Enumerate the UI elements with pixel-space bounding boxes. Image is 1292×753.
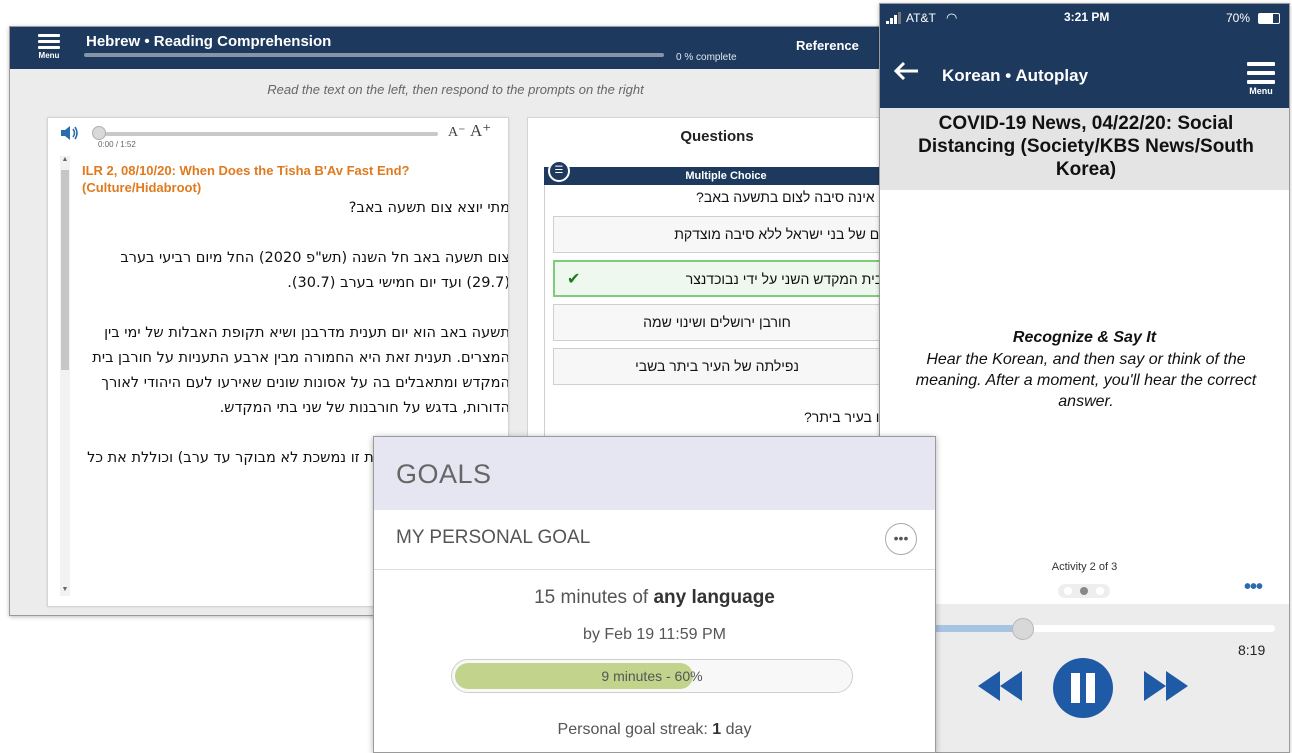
checkmark-icon: ✔ [567,271,581,288]
activity-title: Recognize & Say It [1012,329,1157,346]
lesson-progress-bar [84,53,664,57]
font-increase-button[interactable]: A⁺ [470,121,491,141]
answer-option-correct[interactable]: בן בית המקדש השני על ידי נבוכדנצר ✔ [553,260,901,297]
playback-handle[interactable] [1012,618,1034,640]
font-decrease-button[interactable]: A⁻ [448,124,466,141]
answer-option[interactable]: לותם של בני ישראל ללא סיבה מוצדקת [553,216,901,253]
multiple-choice-bar: Multiple Choice [544,167,901,185]
questions-heading: Questions [680,128,754,145]
paragraph: תשעה באב הוא יום תענית מדרבנן ושיא תקופת… [92,325,509,416]
personal-goal-header: MY PERSONAL GOAL ••• [374,510,935,570]
carrier-name: AT&T [906,11,936,25]
goals-title: GOALS [396,459,492,489]
instruction-text: Read the text on the left, then respond … [267,82,644,97]
phone-title: Korean • Autoplay [942,66,1089,85]
menu-label: Menu [1249,86,1273,96]
time-remaining: 8:19 [1238,642,1266,658]
goal-language: any language [653,587,775,608]
pause-icon[interactable] [1052,657,1114,719]
fast-forward-icon[interactable] [1142,669,1190,703]
article-title: ILR 2, 08/10/20: When Does the Tisha B'A… [82,163,410,195]
page-dot[interactable] [1064,587,1072,595]
audio-player: 8:19 [880,604,1289,752]
question-prompt: באות אינה סיבה לצום בתשעה באב? [696,189,902,205]
signal-icon [886,12,901,24]
page-dot[interactable] [1096,587,1104,595]
scroll-down-arrow-icon[interactable]: ▼ [60,586,70,596]
goal-description: 15 minutes of any language [374,587,935,609]
streak-label: Personal goal streak: [557,721,713,738]
progress-label: 0 % complete [676,52,737,63]
goal-amount: 15 minutes of [534,587,654,608]
menu-label: Menu [38,51,60,60]
answer-option[interactable]: נפילתה של העיר ביתר בשבי [553,348,881,385]
lesson-title: Hebrew • Reading Comprehension [86,33,332,50]
battery-icon [1258,13,1280,24]
status-clock: 3:21 PM [1064,10,1110,24]
audio-time: 0:00 / 1:52 [98,140,136,149]
goal-progress-label: 9 minutes - 60% [601,668,703,684]
goal-streak: Personal goal streak: 1 day [374,721,935,739]
status-bar: AT&T ◠ 3:21 PM 70% [880,4,1289,32]
personal-goal-title: MY PERSONAL GOAL [396,527,591,548]
paragraph: צום תשעה באב חל השנה (תש"פ 2020) החל מיו… [120,250,509,291]
page-dot-active[interactable] [1080,587,1088,595]
streak-count: 1 [712,721,722,738]
activity-counter: Activity 2 of 3 [1051,561,1118,573]
wifi-icon: ◠ [946,10,958,25]
activity-description: Hear the Korean, and then say or think o… [915,351,1257,410]
top-bar: Menu Hebrew • Reading Comprehension 0 % … [10,27,901,69]
scroll-thumb[interactable] [61,170,69,370]
goals-header: GOALS [374,437,935,510]
goal-progress-bar: 9 minutes - 60% [451,659,853,693]
back-arrow-icon[interactable] [894,62,924,80]
playback-progress [930,625,1025,632]
korean-autoplay-phone: AT&T ◠ 3:21 PM 70% Korean • Autoplay Men… [879,3,1290,753]
menu-button[interactable]: Menu [32,31,66,65]
phone-menu-button[interactable]: Menu [1244,62,1278,102]
audio-scrubber[interactable] [98,132,438,136]
paragraph: מתי יוצא צום תשעה באב? [348,200,509,216]
goal-deadline: by Feb 19 11:59 PM [583,626,726,643]
streak-unit: day [721,721,752,738]
answer-option-label: בן בית המקדש השני על ידי נבוכדנצר [685,271,899,287]
news-header: COVID-19 News, 04/22/20: Social Distanci… [880,108,1289,190]
screenshot-collage: Menu Hebrew • Reading Comprehension 0 % … [0,0,1292,753]
next-question-prompt: ים חיו בעיר ביתר? [803,409,902,425]
list-icon: ☰ [548,160,570,182]
audio-scrubber-handle[interactable] [92,126,106,140]
text-scrollbar[interactable]: ▲ ▼ [60,156,70,596]
goal-more-button[interactable]: ••• [885,523,917,555]
activity-page-dots [1058,584,1110,598]
more-options-icon[interactable]: ••• [1244,576,1263,599]
scroll-up-arrow-icon[interactable]: ▲ [60,156,70,166]
hamburger-icon [1247,62,1275,84]
rewind-icon[interactable] [976,669,1024,703]
news-title: COVID-19 News, 04/22/20: Social Distanci… [918,113,1254,180]
answer-option[interactable]: חורבן ירושלים ושינוי שמה [553,304,881,341]
phone-nav-bar: Korean • Autoplay Menu [880,32,1289,108]
battery-percent: 70% [1226,11,1251,25]
speaker-icon[interactable] [60,124,80,142]
goals-card: GOALS MY PERSONAL GOAL ••• 15 minutes of… [373,436,936,753]
reference-button[interactable]: Reference [796,38,859,53]
hamburger-icon [38,34,60,49]
